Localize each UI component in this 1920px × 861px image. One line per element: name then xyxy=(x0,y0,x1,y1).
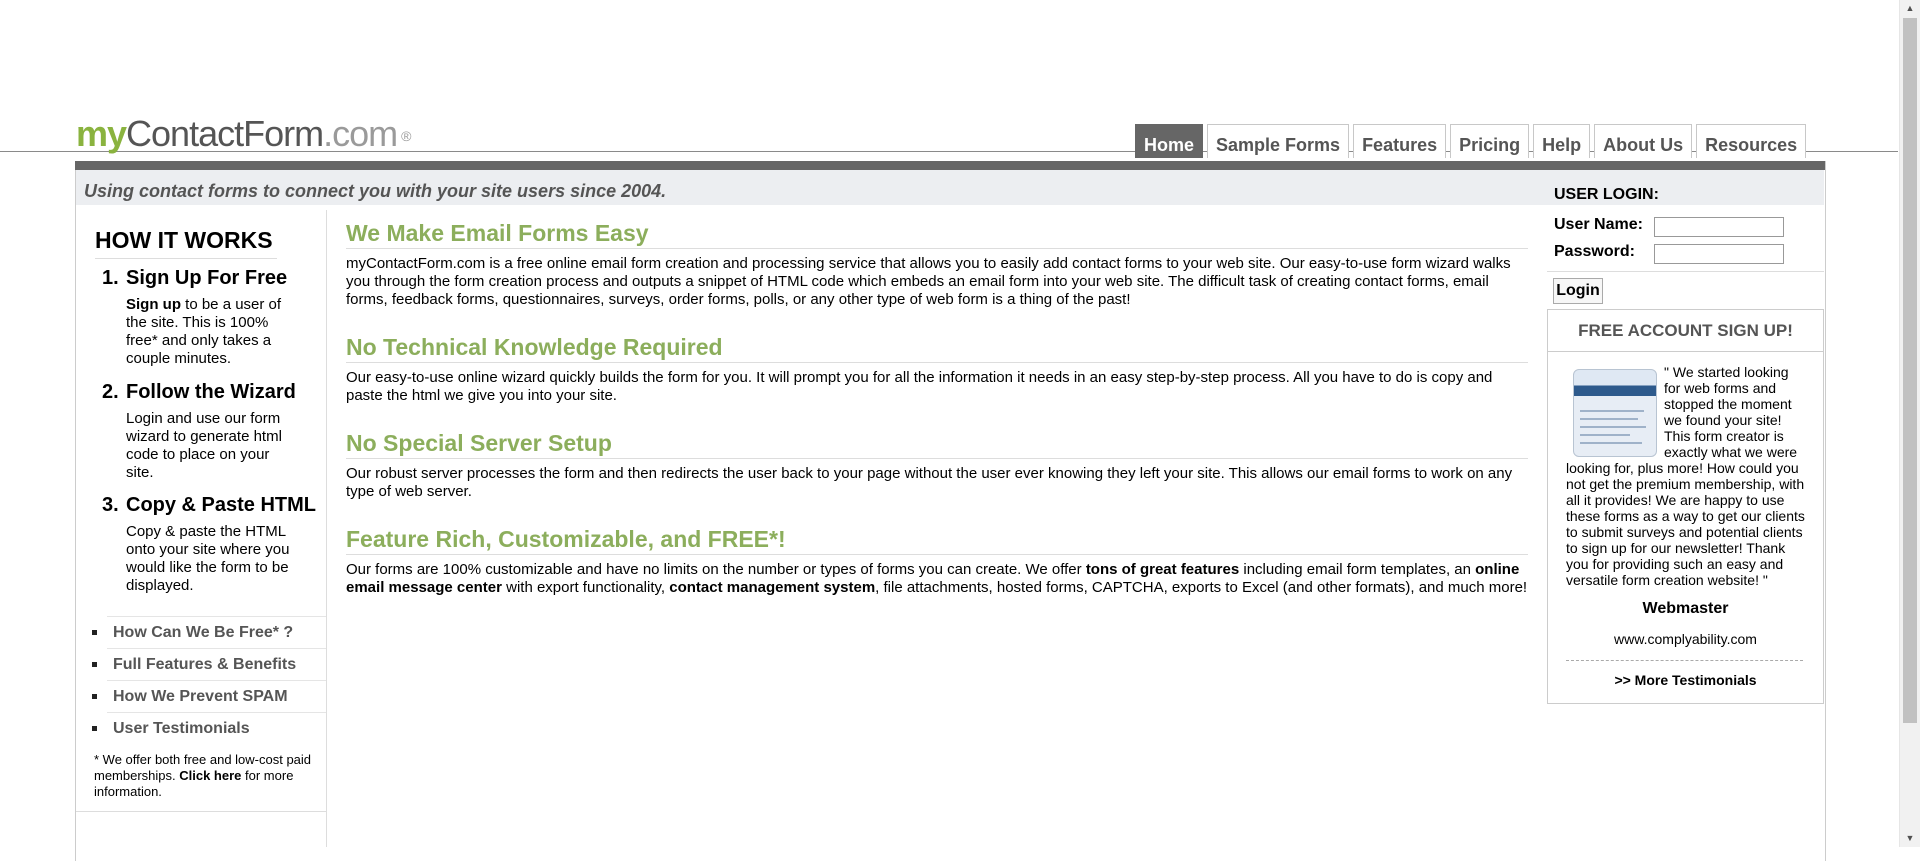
login-divider xyxy=(1547,271,1824,272)
section-feature-rich: Feature Rich, Customizable, and FREE*! O… xyxy=(346,526,1528,597)
link-full-features[interactable]: Full Features & Benefits xyxy=(92,648,326,680)
main-nav: Home Sample Forms Features Pricing Help … xyxy=(1135,124,1807,158)
step-number: 1. xyxy=(102,267,119,289)
section-title: Feature Rich, Customizable, and FREE*! xyxy=(346,526,1528,555)
bullet-icon xyxy=(92,662,97,667)
logo-dotcom: .com xyxy=(323,113,398,154)
bullet-icon xyxy=(92,630,97,635)
link-how-can-we-be-free[interactable]: How Can We Be Free* ? xyxy=(92,616,326,648)
sign-up-link[interactable]: Sign up xyxy=(126,296,181,313)
vertical-scrollbar[interactable]: ▲ ▼ xyxy=(1899,0,1920,847)
step-number: 2. xyxy=(102,381,119,403)
bullet-icon xyxy=(92,726,97,731)
logo-my: my xyxy=(76,113,127,154)
bullet-icon xyxy=(92,694,97,699)
step-title[interactable]: Sign Up For Free xyxy=(126,267,287,290)
tab-help[interactable]: Help xyxy=(1533,124,1591,158)
section-no-server-setup: No Special Server Setup Our robust serve… xyxy=(346,430,1528,501)
how-it-works-title: HOW IT WORKS xyxy=(95,227,277,259)
section-email-forms-easy: We Make Email Forms Easy myContactForm.c… xyxy=(346,220,1528,309)
tagline: Using contact forms to connect you with … xyxy=(84,181,667,201)
username-input[interactable] xyxy=(1654,217,1784,237)
step-title: Copy & Paste HTML xyxy=(126,494,317,516)
section-title: No Special Server Setup xyxy=(346,430,1528,459)
tab-about-us[interactable]: About Us xyxy=(1594,124,1693,158)
link-user-testimonials[interactable]: User Testimonials xyxy=(92,712,326,744)
tab-pricing[interactable]: Pricing xyxy=(1450,124,1530,158)
logo-contactform: ContactForm xyxy=(126,113,324,154)
section-text: Our robust server processes the form and… xyxy=(346,465,1513,500)
click-here-link[interactable]: Click here xyxy=(179,768,241,783)
step-number: 3. xyxy=(102,494,119,516)
header-dark-bar xyxy=(75,161,1825,170)
section-text: Our easy-to-use online wizard quickly bu… xyxy=(346,369,1493,404)
tab-sample-forms[interactable]: Sample Forms xyxy=(1207,124,1350,158)
left-bottom-divider xyxy=(76,811,326,812)
scroll-thumb[interactable] xyxy=(1903,18,1917,723)
step-title: Follow the Wizard xyxy=(126,381,296,403)
login-button[interactable]: Login xyxy=(1553,278,1603,304)
section-no-technical: No Technical Knowledge Required Our easy… xyxy=(346,334,1528,405)
testimonial-site: www.complyability.com xyxy=(1614,631,1757,647)
tab-resources[interactable]: Resources xyxy=(1696,124,1807,158)
username-label: User Name: xyxy=(1554,216,1643,233)
scroll-down-icon[interactable]: ▼ xyxy=(1900,830,1920,847)
membership-footnote: * We offer both free and low-cost paid m… xyxy=(94,752,312,799)
link-prevent-spam[interactable]: How We Prevent SPAM xyxy=(92,680,326,712)
password-input[interactable] xyxy=(1654,244,1784,264)
testimonial-author: Webmaster xyxy=(1642,600,1729,617)
step-description: Sign up to be a user of the site. This i… xyxy=(126,296,282,367)
more-testimonials-link[interactable]: >> More Testimonials xyxy=(1547,672,1824,688)
site-logo[interactable]: myContactForm.com ® xyxy=(76,113,411,155)
testimonial-divider xyxy=(1566,660,1803,661)
left-links-list: How Can We Be Free* ? Full Features & Be… xyxy=(85,616,326,744)
tab-features[interactable]: Features xyxy=(1353,124,1447,158)
tab-home[interactable]: Home xyxy=(1135,124,1204,158)
user-login-title: USER LOGIN: xyxy=(1554,186,1659,203)
scroll-up-icon[interactable]: ▲ xyxy=(1900,0,1920,17)
step-description: Login and use our form wizard to generat… xyxy=(126,410,282,481)
logo-registered-mark: ® xyxy=(401,128,411,145)
testimonial-quote: " We started looking for web forms and s… xyxy=(1566,364,1805,588)
step-description: Copy & paste the HTML onto your site whe… xyxy=(126,523,290,594)
section-title: No Technical Knowledge Required xyxy=(346,334,1528,363)
section-title: We Make Email Forms Easy xyxy=(346,220,1528,249)
section-text: Our forms are 100% customizable and have… xyxy=(346,561,1528,596)
section-text: myContactForm.com is a free online email… xyxy=(346,255,1511,308)
free-signup-button[interactable]: FREE ACCOUNT SIGN UP! xyxy=(1547,309,1824,352)
password-label: Password: xyxy=(1554,243,1635,260)
